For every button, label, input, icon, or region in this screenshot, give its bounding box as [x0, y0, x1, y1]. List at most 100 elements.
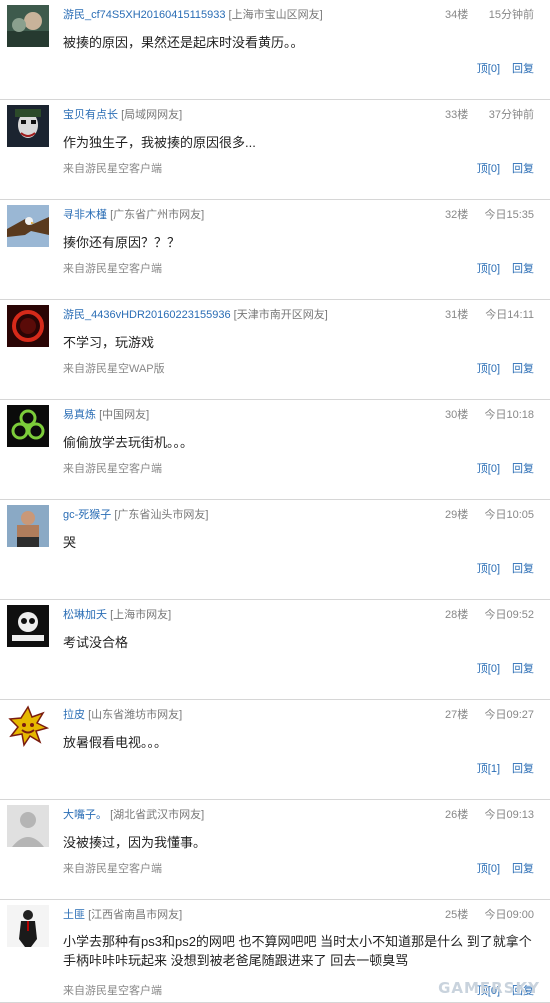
reply-button[interactable]: 回复 — [512, 363, 534, 375]
comment-item: 游民_cf74S5XH20160415115933 [上海市宝山区网友] 34楼 1… — [0, 0, 550, 100]
comment-time: 今日10:05 — [484, 509, 534, 521]
comment-user: 土匪 [江西省南昌市网友] — [63, 906, 182, 922]
comment-user: 游民_cf74S5XH20160415115933 [上海市宝山区网友] — [63, 6, 323, 22]
comment-source: 来自游民星空客户端 — [63, 163, 162, 175]
comment-time: 今日15:35 — [484, 209, 534, 221]
comment-actions: 顶[0] 回复 — [465, 860, 534, 876]
comment-time: 今日09:27 — [484, 709, 534, 721]
comment-actions: 顶[0] 回复 — [465, 360, 534, 376]
reply-button[interactable]: 回复 — [512, 463, 534, 475]
comment-text: 放暑假看电视。。。 — [63, 735, 168, 750]
comment-text: 揍你还有原因？？？ — [63, 235, 181, 250]
comment-time: 今日10:18 — [484, 409, 534, 421]
comment-source: 来自游民星空客户端 — [63, 863, 162, 875]
comment-time: 今日09:00 — [484, 909, 534, 921]
like-button[interactable]: 顶[0] — [477, 363, 500, 375]
eagle-avatar-icon[interactable] — [7, 205, 49, 247]
joker-avatar-icon[interactable] — [7, 105, 49, 147]
person-avatar-icon[interactable] — [7, 505, 49, 547]
user-location: [广东省广州市网友] — [110, 209, 205, 221]
reply-button[interactable]: 回复 — [512, 263, 534, 275]
like-button[interactable]: 顶[0] — [477, 563, 500, 575]
biohazard-avatar-icon[interactable] — [7, 405, 49, 447]
comment-user: 大嘴子。 [湖北省武汉市网友] — [63, 806, 204, 822]
user-location: [广东省汕头市网友] — [114, 509, 209, 521]
user-location: [山东省潍坊市网友] — [88, 709, 183, 721]
user-location: [江西省南昌市网友] — [88, 909, 183, 921]
like-button[interactable]: 顶[1] — [477, 763, 500, 775]
username-link[interactable]: 松琳加夭 — [63, 609, 107, 621]
comment-user: 宝贝有点长 [局域网网友] — [63, 106, 182, 122]
comment-item: gc-死猴子 [广东省汕头市网友] 29楼 今日10:05 哭顶[0] 回复 — [0, 500, 550, 600]
comment-item: 易真炼 [中国网友] 30楼 今日10:18 偷偷放学去玩街机。。。 来自游民星空客户端… — [0, 400, 550, 500]
comment-user: gc-死猴子 [广东省汕头市网友] — [63, 506, 208, 522]
username-link[interactable]: 拉皮 — [63, 709, 85, 721]
like-button[interactable]: 顶[0] — [477, 463, 500, 475]
username-link[interactable]: gc-死猴子 — [63, 509, 111, 521]
comment-text: 被揍的原因，果然还是起床时没看黄历。。 — [63, 35, 304, 50]
default-avatar-icon[interactable] — [7, 805, 49, 847]
comment-source: 来自游民星空客户端 — [63, 463, 162, 475]
like-button[interactable]: 顶[0] — [477, 63, 500, 75]
comment-user: 易真炼 [中国网友] — [63, 406, 149, 422]
username-link[interactable]: 游民_cf74S5XH20160415115933 — [63, 9, 225, 21]
like-button[interactable]: 顶[0] — [477, 863, 500, 875]
comment-actions: 顶[0] 回复 — [465, 60, 534, 76]
comment-user: 松琳加夭 [上海市网友] — [63, 606, 171, 622]
user-location: [上海市宝山区网友] — [228, 9, 323, 21]
comment-text: 没被揍过，因为我懂事。 — [63, 835, 207, 850]
floor-number: 31楼 — [445, 309, 469, 321]
reply-button[interactable]: 回复 — [512, 863, 534, 875]
user-location: [局域网网友] — [121, 109, 183, 121]
reply-button[interactable]: 回复 — [512, 763, 534, 775]
sun-face-avatar-icon[interactable] — [7, 705, 49, 747]
floor-number: 30楼 — [445, 409, 469, 421]
reply-button[interactable]: 回复 — [512, 563, 534, 575]
avatar-photo-icon[interactable] — [7, 5, 49, 47]
username-link[interactable]: 易真炼 — [63, 409, 96, 421]
comment-item: 宝贝有点长 [局域网网友] 33楼 37分钟前 作为独生子，我被揍的原因很多... 来自… — [0, 100, 550, 200]
username-link[interactable]: 宝贝有点长 — [63, 109, 118, 121]
like-button[interactable]: 顶[0] — [477, 263, 500, 275]
reply-button[interactable]: 回复 — [512, 163, 534, 175]
username-link[interactable]: 土匪 — [63, 909, 85, 921]
like-button[interactable]: 顶[0] — [477, 163, 500, 175]
skull-logo-avatar-icon[interactable] — [7, 605, 49, 647]
comment-actions: 顶[0] 回复 — [465, 560, 534, 576]
comment-item: 寻非木槿 [广东省广州市网友] 32楼 今日15:35 揍你还有原因？？？ 来自游民星空… — [0, 200, 550, 300]
floor-number: 25楼 — [445, 909, 469, 921]
username-link[interactable]: 游民_4436vHDR20160223155936 — [63, 309, 231, 321]
comment-item: 游民_4436vHDR20160223155936 [天津市南开区网友] 31楼 今… — [0, 300, 550, 400]
reply-button[interactable]: 回复 — [512, 63, 534, 75]
comment-source: 来自游民星空WAP版 — [63, 363, 165, 375]
username-link[interactable]: 寻非木槿 — [63, 209, 107, 221]
comment-item: 大嘴子。 [湖北省武汉市网友] 26楼 今日09:13 没被揍过，因为我懂事。 来自游民… — [0, 800, 550, 900]
comment-time: 今日14:11 — [485, 309, 534, 321]
comment-list: 游民_cf74S5XH20160415115933 [上海市宝山区网友] 34楼 1… — [0, 0, 550, 1003]
comment-time: 今日09:52 — [484, 609, 534, 621]
floor-number: 26楼 — [445, 809, 469, 821]
comment-actions: 顶[0] 回复 — [465, 660, 534, 676]
comment-item: 松琳加夭 [上海市网友] 28楼 今日09:52 考试没合格顶[0] 回复 — [0, 600, 550, 700]
like-button[interactable]: 顶[0] — [477, 663, 500, 675]
comment-user: 寻非木槿 [广东省广州市网友] — [63, 206, 204, 222]
floor-number: 28楼 — [445, 609, 469, 621]
floor-number: 29楼 — [445, 509, 469, 521]
comment-text: 考试没合格 — [63, 635, 129, 650]
comment-actions: 顶[0] 回复 — [465, 160, 534, 176]
floor-number: 34楼 — [445, 9, 469, 21]
comment-item: 拉皮 [山东省潍坊市网友] 27楼 今日09:27 放暑假看电视。。。 顶[1] 回复 — [0, 700, 550, 800]
username-link[interactable]: 大嘴子。 — [63, 809, 107, 821]
comment-source: 来自游民星空客户端 — [63, 263, 162, 275]
comment-text: 小学去那种有ps3和ps2的网吧 也不算网吧吧 当时太小不知道那是什么 到了就拿… — [63, 934, 532, 968]
comment-time: 37分钟前 — [488, 109, 534, 121]
red-ring-avatar-icon[interactable] — [7, 305, 49, 347]
comment-actions: 顶[0] 回复 — [465, 460, 534, 476]
hitman-avatar-icon[interactable] — [7, 905, 49, 947]
comment-source: 来自游民星空客户端 — [63, 985, 162, 997]
comment-time: 今日09:13 — [484, 809, 534, 821]
reply-button[interactable]: 回复 — [512, 663, 534, 675]
gamersky-watermark: GAMERSKY — [438, 979, 540, 997]
comment-actions: 顶[1] 回复 — [465, 760, 534, 776]
floor-number: 33楼 — [445, 109, 469, 121]
